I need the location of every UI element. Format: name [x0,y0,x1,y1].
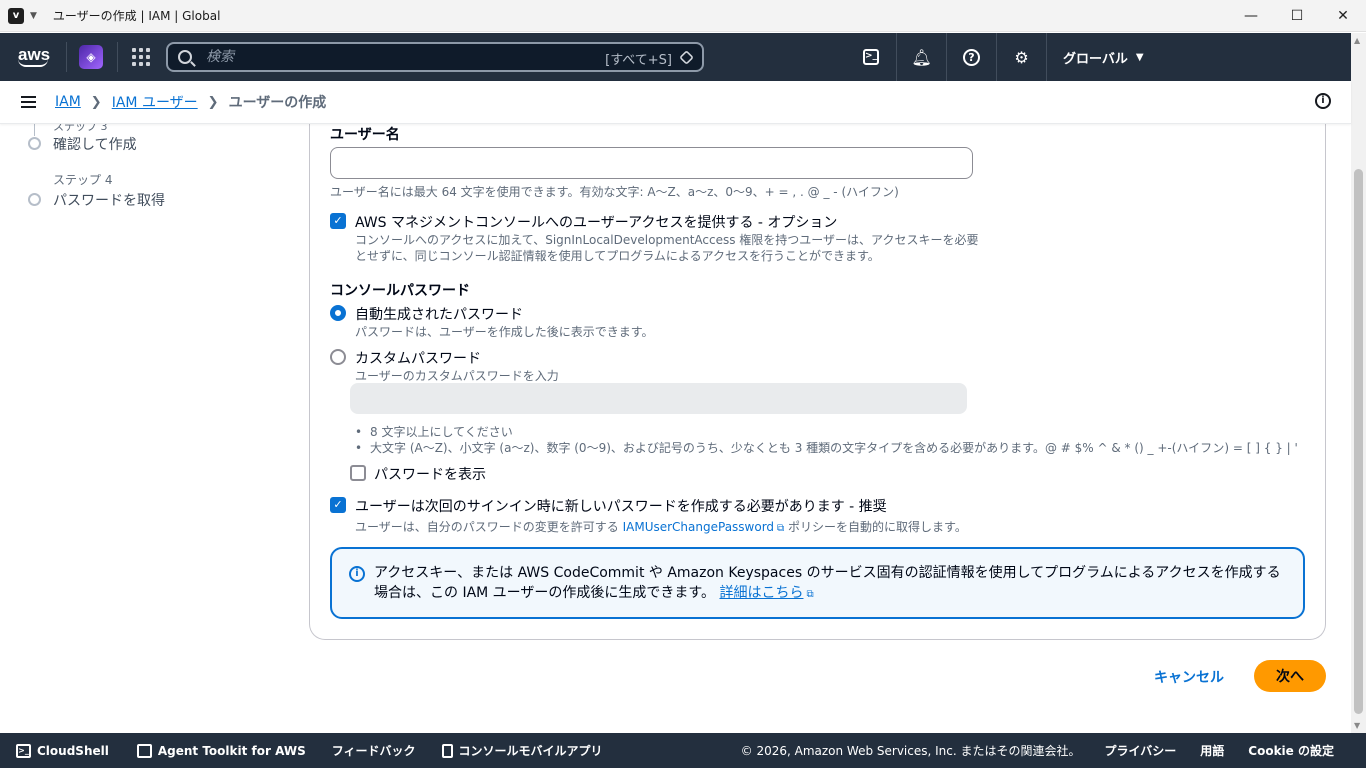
favorite-service-icon[interactable]: ◈ [79,45,103,69]
region-label: グローバル [1063,51,1128,67]
info-alert: i アクセスキー、または AWS CodeCommit や Amazon Key… [330,547,1305,619]
external-link-icon: ⧉ [777,523,785,534]
console-footer: >_ CloudShell Agent Toolkit for AWS フィードバ… [0,733,1366,768]
browser-app-icon[interactable]: v [8,7,24,24]
gear-icon: ⚙ [1014,47,1029,67]
footer-privacy-link[interactable]: プライバシー [1105,742,1177,759]
step-connector [34,124,35,136]
footer-cookie-settings-link[interactable]: Cookie の設定 [1248,742,1334,759]
search-shortcut-hint: [すべて+S] [605,53,672,68]
cloudshell-icon: >_ [863,49,879,65]
question-icon: ? [963,48,980,66]
cloudshell-icon: >_ [16,743,31,758]
show-password-checkbox[interactable] [350,465,366,481]
password-rule: 8 文字以上にしてください [355,424,1298,440]
info-panel-icon[interactable]: i [1315,93,1331,109]
next-button[interactable]: 次へ [1254,660,1326,692]
menu-hamburger-icon[interactable] [21,96,36,108]
show-password-label[interactable]: パスワードを表示 [374,464,486,484]
info-icon: i [349,566,365,582]
scrollbar-thumb[interactable] [1354,169,1363,714]
custom-password-input[interactable] [350,383,967,414]
custom-password-label[interactable]: カスタムパスワード [355,348,481,368]
iam-user-change-password-link[interactable]: IAMUserChangePassword [623,520,774,534]
info-alert-text: アクセスキー、または AWS CodeCommit や Amazon Keysp… [374,563,1284,605]
require-password-reset-checkbox[interactable]: ✓ [330,497,346,513]
step-label: ステップ 4 [53,173,113,187]
cancel-button[interactable]: キャンセル [1142,662,1236,692]
auto-password-label[interactable]: 自動生成されたパスワード [355,304,523,324]
footer-mobile-app[interactable]: コンソールモバイルアプリ [441,742,603,759]
settings-button[interactable]: ⚙ [996,33,1046,81]
chevron-right-icon: ❯ [207,94,219,110]
learn-more-link[interactable]: 詳細はこちら [719,585,803,601]
username-label: ユーザー名 [330,127,400,143]
custom-password-radio[interactable] [330,349,346,365]
notifications-button[interactable]: 🔔︎ [896,33,946,81]
search-input[interactable] [206,49,586,65]
console-access-checkbox[interactable]: ✓ [330,213,346,229]
breadcrumb-current: ユーザーの作成 [228,95,327,111]
step-circle-icon [28,137,41,150]
console-access-label[interactable]: AWS マネジメントコンソールへのユーザーアクセスを提供する - オプション [355,212,837,232]
bell-icon: 🔔︎ [911,47,932,67]
username-input[interactable] [330,147,973,179]
step-circle-icon [28,193,41,206]
search-icon [178,50,192,64]
footer-copyright: © 2026, Amazon Web Services, Inc. またはその関… [740,744,1081,758]
require-password-reset-label[interactable]: ユーザーは次回のサインイン時に新しいパスワードを作成する必要があります - 推奨 [355,496,887,516]
chevron-right-icon: ❯ [90,94,102,110]
username-hint: ユーザー名には最大 64 文字を使用できます。有効な文字: A〜Z、a〜z、0〜… [330,185,899,199]
footer-agent-toolkit[interactable]: Agent Toolkit for AWS [136,743,306,758]
help-button[interactable]: ? [946,33,996,81]
app-menu-chevron-down-icon[interactable]: ▼ [30,11,37,21]
minimize-button[interactable]: — [1228,0,1274,32]
console-password-label: コンソールパスワード [330,283,470,299]
close-window-button[interactable]: ✕ [1320,0,1366,32]
console-access-desc-line1: コンソールへのアクセスに加えて、SignInLocalDevelopmentAc… [355,233,979,247]
amazon-q-icon[interactable] [679,50,694,65]
step-title[interactable]: 確認して作成 [53,134,137,154]
footer-cloudshell[interactable]: >_ CloudShell [16,743,109,758]
cloudshell-button[interactable]: >_ [846,33,896,81]
services-menu-grid-icon[interactable] [132,48,150,66]
custom-password-desc: ユーザーのカスタムパスワードを入力 [355,369,559,383]
nav-divider [117,42,118,72]
breadcrumb-bar: IAM ❯ IAM ユーザー ❯ ユーザーの作成 i [0,81,1351,124]
breadcrumb-link-iam-users[interactable]: IAM ユーザー [112,92,198,112]
caret-down-icon: ▼ [1135,51,1144,63]
footer-terms-link[interactable]: 用語 [1200,742,1224,759]
maximize-button[interactable]: ☐ [1274,0,1320,32]
require-password-reset-desc: ユーザーは、自分のパスワードの変更を許可する IAMUserChangePass… [355,520,967,534]
breadcrumb: IAM ❯ IAM ユーザー ❯ ユーザーの作成 [55,92,326,112]
scroll-up-arrow-icon[interactable]: ▲ [1354,36,1360,45]
external-link-icon: ⧉ [806,589,814,600]
toolkit-window-icon [136,743,152,758]
auto-password-desc: パスワードは、ユーザーを作成した後に表示できます。 [355,325,654,339]
window-title: ユーザーの作成 | IAM | Global [52,9,221,23]
page-scrollbar[interactable]: ▲ ▼ [1351,33,1366,733]
search-bar[interactable]: [すべて+S] [166,42,704,72]
password-requirements-list: 8 文字以上にしてください 大文字 (A〜Z)、小文字 (a〜z)、数字 (0〜… [355,424,1298,456]
aws-logo[interactable]: aws [18,46,52,67]
breadcrumb-link-iam[interactable]: IAM [55,94,81,110]
password-rule: 大文字 (A〜Z)、小文字 (a〜z)、数字 (0〜9)、および記号のうち、少な… [355,440,1298,456]
footer-feedback[interactable]: フィードバック [332,742,416,759]
aws-top-navigation: aws ◈ [すべて+S] >_ 🔔︎ ? ⚙ グローバル ▼ [0,33,1351,81]
step-title[interactable]: パスワードを取得 [53,190,165,210]
region-selector[interactable]: グローバル ▼ [1046,33,1144,81]
window-titlebar: v ▼ ユーザーの作成 | IAM | Global — ☐ ✕ [0,0,1366,32]
auto-password-radio[interactable] [330,305,346,321]
mobile-app-icon [441,743,453,758]
scroll-down-arrow-icon[interactable]: ▼ [1354,721,1360,730]
nav-divider [66,42,67,72]
console-access-desc-line2: とせずに、同じコンソール認証情報を使用してプログラムによるアクセスを行うことがで… [355,249,880,263]
